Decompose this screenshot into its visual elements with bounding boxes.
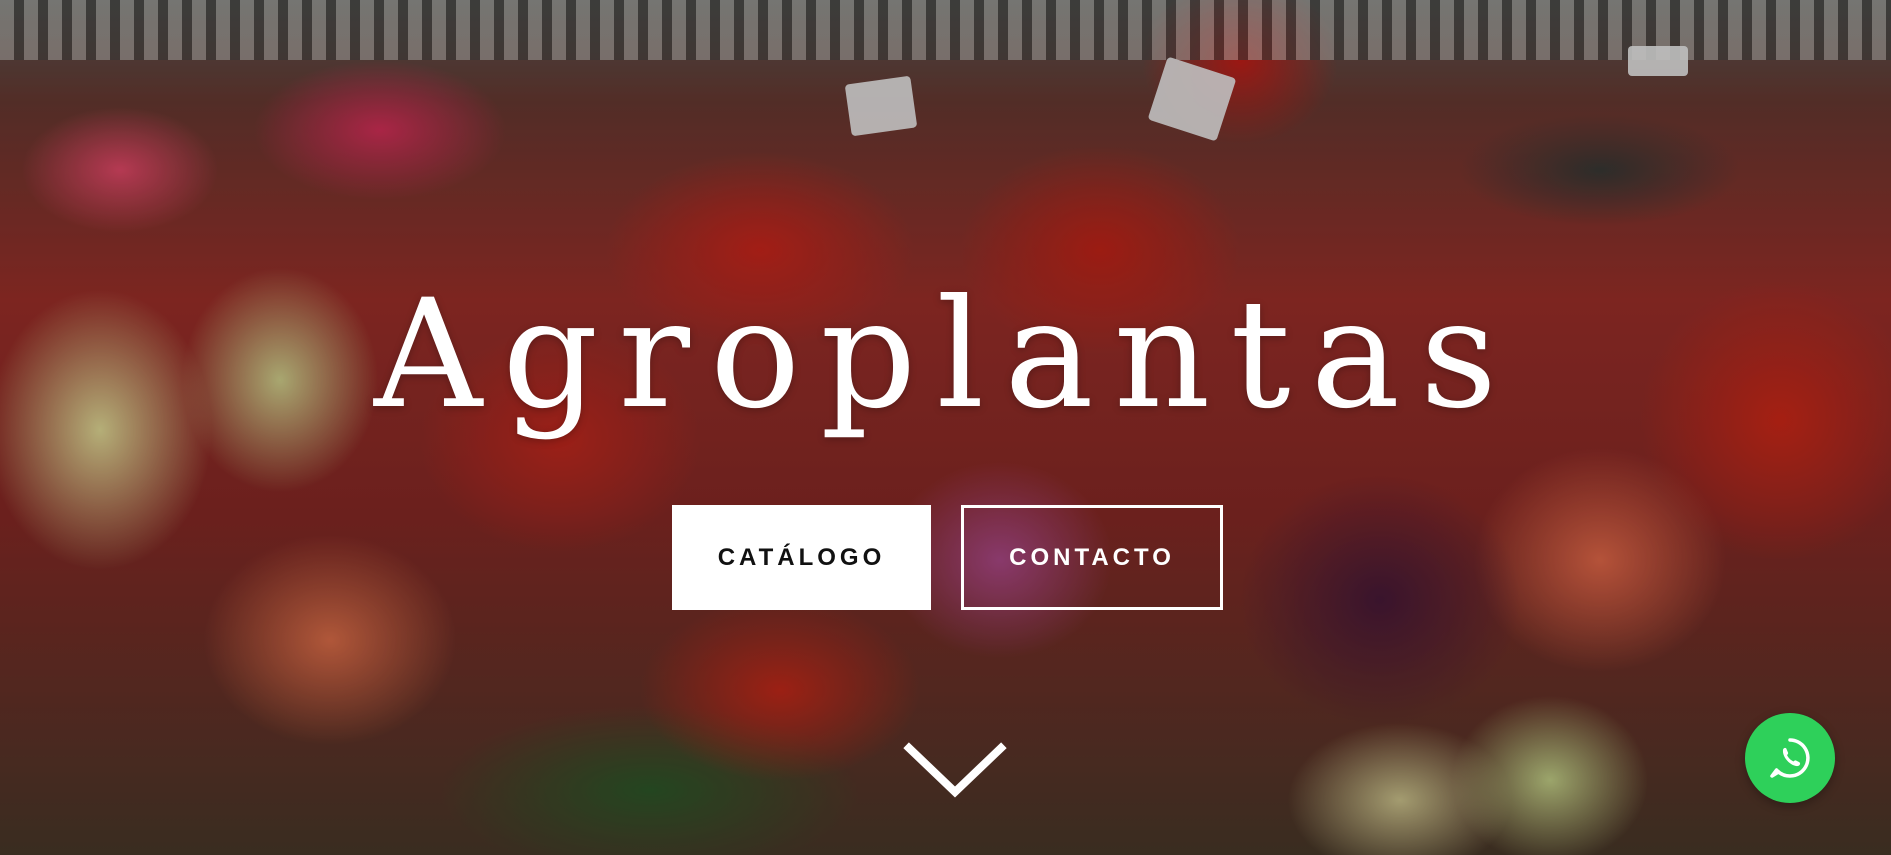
contact-button[interactable]: CONTACTO: [961, 505, 1223, 610]
hero-section: Agroplantas CATÁLOGO CONTACTO: [0, 0, 1891, 855]
site-title: Agroplantas: [373, 268, 1518, 442]
whatsapp-icon: [1770, 738, 1810, 778]
whatsapp-button[interactable]: [1745, 713, 1835, 803]
catalog-button[interactable]: CATÁLOGO: [672, 505, 931, 610]
chevron-down-icon[interactable]: [903, 742, 1007, 802]
